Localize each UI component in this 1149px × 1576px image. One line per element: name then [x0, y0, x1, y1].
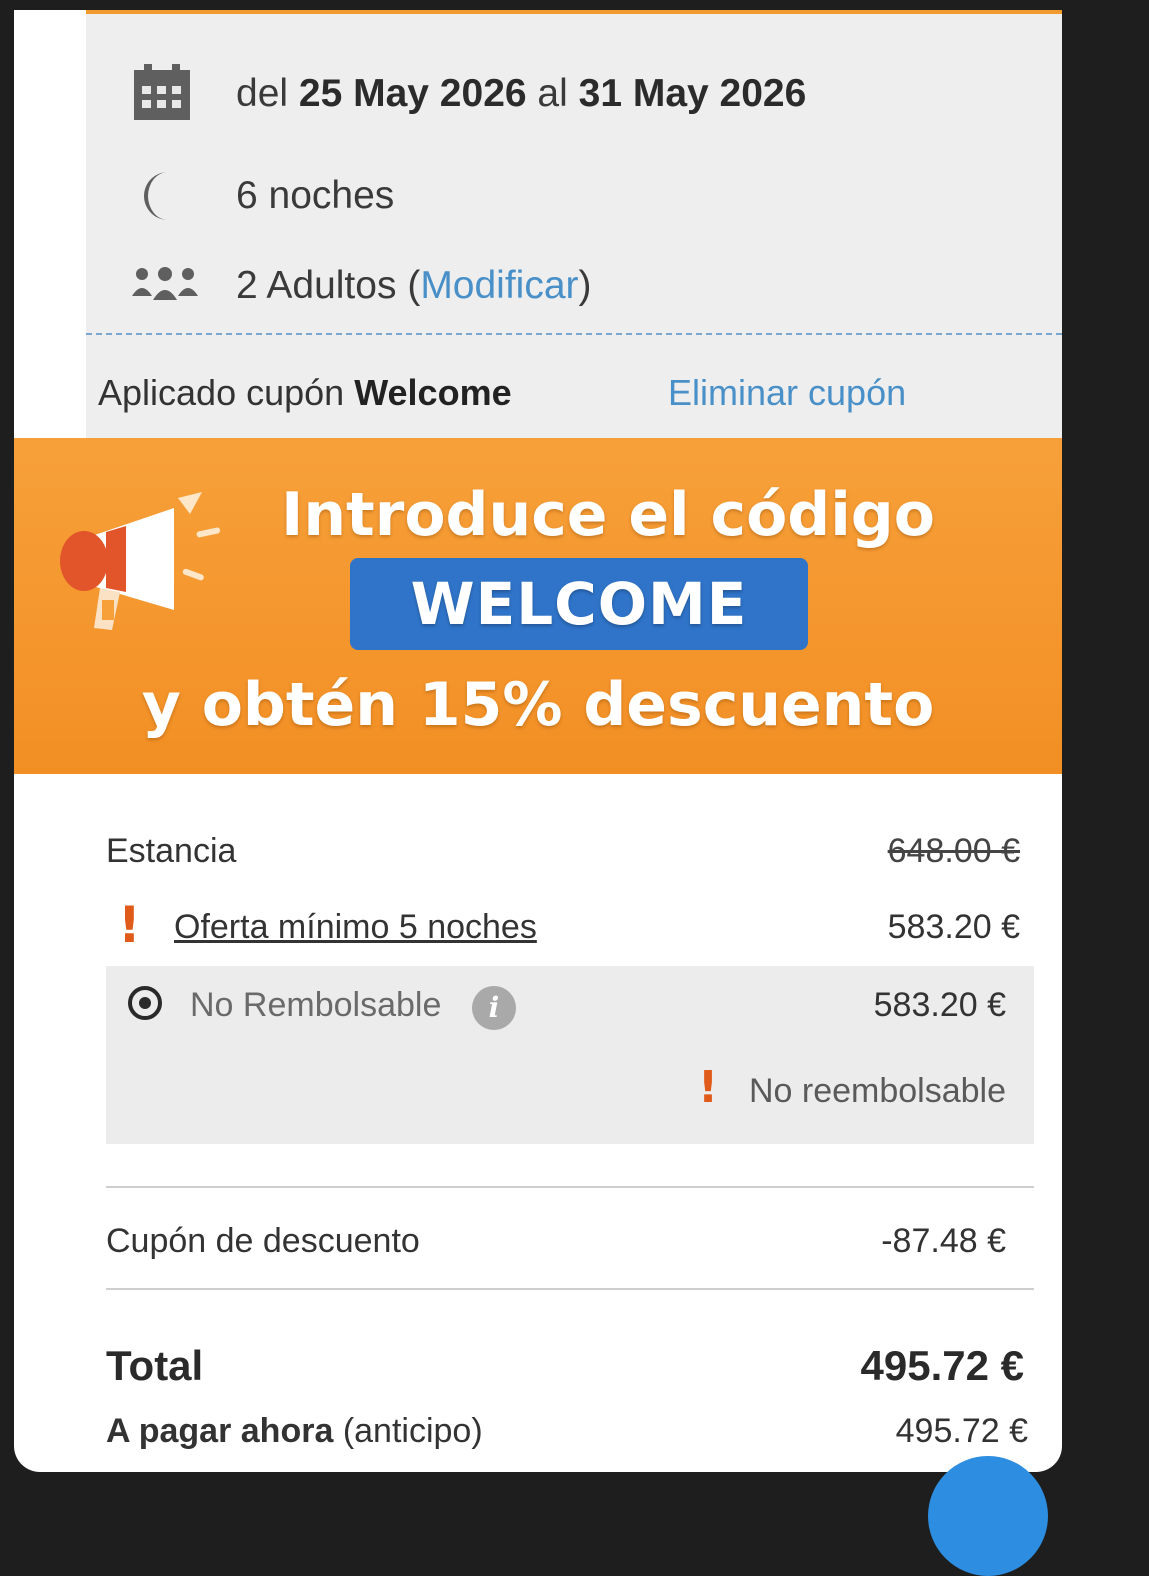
remove-coupon-link[interactable]: Eliminar cupón	[668, 372, 906, 414]
non-refundable-note: No reembolsable	[748, 1072, 1006, 1110]
coupon-discount-value: -87.48 €	[881, 1222, 1006, 1260]
modify-guests-link[interactable]: Modificar	[420, 264, 578, 307]
dates-mid: al	[537, 72, 568, 115]
guests-line: 2 Adultos (Modificar)	[236, 264, 592, 308]
promo-banner: Introduce el código WELCOME y obtén 15% …	[14, 438, 1062, 774]
banner-headline: Introduce el código	[281, 480, 935, 550]
stay-dates: del 25 May 2026 al 31 May 2026	[236, 72, 806, 116]
calendar-icon	[134, 64, 190, 120]
date-to: 31 May 2026	[578, 72, 807, 115]
adults-count: 2 Adultos	[236, 264, 397, 307]
total-label: Total	[106, 1342, 204, 1389]
date-from: 25 May 2026	[298, 72, 527, 115]
divider	[106, 1288, 1034, 1290]
stay-label: Estancia	[106, 832, 237, 870]
stay-original-price: 648.00 €	[887, 832, 1020, 870]
pay-now-line: A pagar ahora (anticipo)	[106, 1412, 483, 1451]
rate-option-non-refundable[interactable]: No Rembolsable i 583.20 € ! No reembolsa…	[106, 966, 1034, 1144]
banner-discount-text: y obtén 15% descuento	[141, 670, 935, 740]
offer-price: 583.20 €	[887, 908, 1020, 946]
pay-now-label: A pagar ahora	[106, 1412, 334, 1450]
paren-open: (	[407, 264, 421, 307]
applied-coupon-prefix: Aplicado cupón	[98, 372, 345, 413]
applied-coupon-code: Welcome	[354, 372, 512, 413]
paren-close: )	[578, 264, 592, 307]
radio-selected-icon[interactable]	[128, 986, 162, 1020]
moon-icon	[144, 172, 168, 220]
section-divider	[86, 333, 1062, 335]
rate-option-price: 583.20 €	[873, 986, 1006, 1024]
promo-code-badge: WELCOME	[350, 558, 808, 650]
info-icon[interactable]: i	[472, 986, 516, 1030]
rate-option-label: No Rembolsable	[190, 986, 442, 1024]
nights-count: 6 noches	[236, 174, 395, 217]
coupon-discount-label: Cupón de descuento	[106, 1222, 420, 1260]
divider	[106, 1186, 1034, 1188]
people-icon	[132, 267, 198, 300]
booking-summary: del 25 May 2026 al 31 May 2026 6 noches …	[86, 14, 1062, 438]
warning-icon: !	[118, 896, 141, 954]
pay-now-value: 495.72 €	[895, 1412, 1028, 1450]
applied-coupon: Aplicado cupón Welcome	[98, 372, 512, 414]
pay-now-note: (anticipo)	[342, 1412, 483, 1450]
total-value: 495.72 €	[860, 1342, 1025, 1389]
warning-icon: !	[698, 1062, 719, 1113]
floating-action-button[interactable]	[928, 1456, 1048, 1576]
offer-min-nights-link[interactable]: Oferta mínimo 5 noches	[174, 908, 537, 947]
booking-card: del 25 May 2026 al 31 May 2026 6 noches …	[14, 10, 1062, 1472]
dates-prefix: del	[236, 72, 289, 115]
